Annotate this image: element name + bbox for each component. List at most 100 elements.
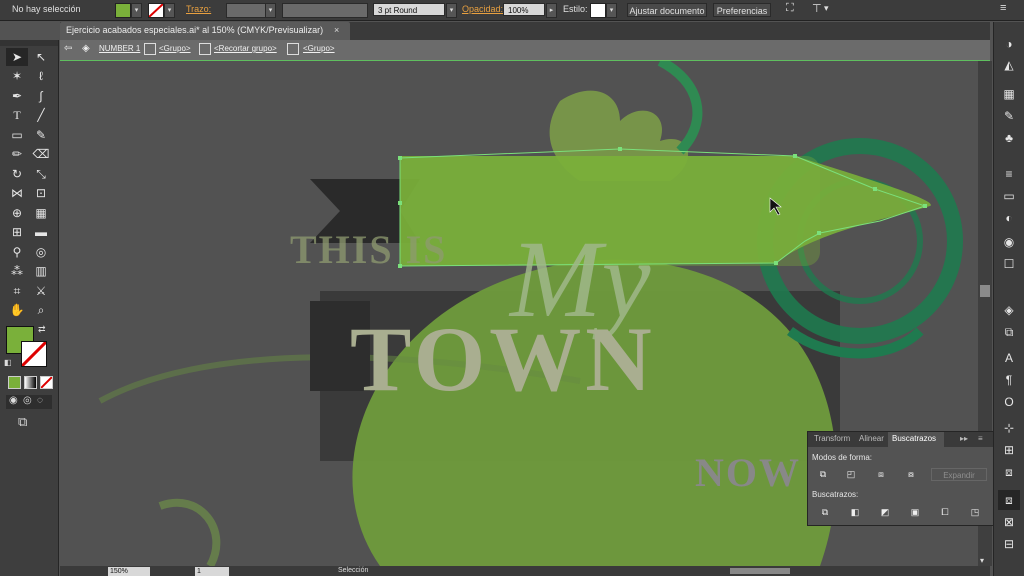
- opacity-field[interactable]: 100%: [503, 3, 545, 16]
- artboards-panel-icon[interactable]: ⧉: [998, 322, 1020, 342]
- attributes-panel-icon[interactable]: ⊟: [998, 534, 1020, 554]
- minus-front-icon[interactable]: ◰: [844, 468, 858, 480]
- swatches-panel-icon[interactable]: ▦: [998, 84, 1020, 104]
- hand-tool-icon[interactable]: ✋: [6, 301, 28, 319]
- paintbrush-tool-icon[interactable]: ✎: [30, 126, 52, 144]
- preferences-button[interactable]: Preferencias: [713, 3, 771, 17]
- stroke-weight-field[interactable]: [226, 3, 266, 18]
- links-panel-icon[interactable]: ⊠: [998, 512, 1020, 532]
- zoom-field[interactable]: 150%: [108, 567, 150, 576]
- tab-transform[interactable]: Transform: [814, 434, 850, 443]
- magic-wand-tool-icon[interactable]: ✶: [6, 67, 28, 85]
- stroke-swatch[interactable]: [148, 3, 164, 18]
- variable-width-dropdown[interactable]: [282, 3, 368, 18]
- appearance-panel-icon[interactable]: ◉: [998, 232, 1020, 252]
- rotate-tool-icon[interactable]: ↻: [6, 165, 28, 183]
- pathfinder-panel-icon[interactable]: ⧈: [998, 462, 1020, 482]
- draw-behind-icon[interactable]: ◎: [23, 395, 32, 406]
- eyedropper-tool-icon[interactable]: ⚲: [6, 243, 28, 261]
- character-panel-icon[interactable]: A: [998, 348, 1020, 368]
- document-tab[interactable]: Ejercicio acabados especiales.ai* al 150…: [60, 22, 350, 40]
- symbol-sprayer-tool-icon[interactable]: ⁂: [6, 262, 28, 280]
- brushes-panel-icon[interactable]: ✎: [998, 106, 1020, 126]
- stroke-weight-arrow[interactable]: ▾: [265, 3, 276, 18]
- unite-icon[interactable]: ⧉: [816, 468, 830, 480]
- breadcrumb-group-1[interactable]: <Grupo>: [159, 44, 191, 53]
- pencil-tool-icon[interactable]: ✏: [6, 145, 28, 163]
- gradient-panel-icon[interactable]: ▭: [998, 186, 1020, 206]
- fill-dropdown-arrow[interactable]: ▾: [131, 3, 142, 18]
- scale-tool-icon[interactable]: ⤡: [30, 165, 52, 183]
- back-arrow-icon[interactable]: ⇦: [64, 43, 72, 54]
- panel-collapse-icon[interactable]: ▸▸: [960, 434, 968, 443]
- zoom-tool-icon[interactable]: ⌕: [30, 301, 52, 319]
- horizontal-scroll-thumb[interactable]: [730, 568, 790, 574]
- stroke-dropdown-arrow[interactable]: ▾: [164, 3, 175, 18]
- close-tab-icon[interactable]: ×: [334, 25, 339, 35]
- fit-document-button[interactable]: Ajustar documento: [627, 3, 707, 17]
- scroll-down-icon[interactable]: ▾: [980, 556, 984, 565]
- style-swatch[interactable]: [590, 3, 606, 18]
- gradient-tool-icon[interactable]: ▬: [30, 223, 52, 241]
- expand-button[interactable]: Expandir: [931, 468, 987, 481]
- crop-icon[interactable]: ▣: [908, 506, 922, 518]
- breadcrumb-group-2[interactable]: <Grupo>: [303, 44, 335, 53]
- transform-panel-icon[interactable]: ⊹: [998, 418, 1020, 438]
- paragraph-panel-icon[interactable]: ¶: [998, 370, 1020, 390]
- selection-tool-icon[interactable]: ➤: [6, 48, 28, 66]
- vertical-scroll-thumb[interactable]: [980, 285, 990, 297]
- none-mode-icon[interactable]: [40, 376, 53, 389]
- align-dropdown-icon[interactable]: ▾: [824, 3, 829, 14]
- width-tool-icon[interactable]: ⋈: [6, 184, 28, 202]
- draw-inside-icon[interactable]: ◌: [37, 395, 43, 406]
- mesh-tool-icon[interactable]: ⊞: [6, 223, 28, 241]
- screen-mode-icon[interactable]: ⧉: [18, 414, 27, 430]
- rectangle-tool-icon[interactable]: ▭: [6, 126, 28, 144]
- curvature-tool-icon[interactable]: ∫: [30, 87, 52, 105]
- panel-options-icon[interactable]: ≡: [978, 434, 983, 443]
- swap-fill-stroke-icon[interactable]: ⇄: [38, 324, 46, 335]
- graphic-styles-icon[interactable]: ☐: [998, 254, 1020, 274]
- color-guide-icon[interactable]: ◭: [998, 55, 1020, 75]
- column-graph-tool-icon[interactable]: ▥: [30, 262, 52, 280]
- stroke-color-box[interactable]: [21, 341, 47, 367]
- lasso-tool-icon[interactable]: ℓ: [30, 67, 52, 85]
- isolate-icon[interactable]: ⛶: [786, 2, 794, 15]
- blend-tool-icon[interactable]: ◎: [30, 243, 52, 261]
- layers-panel-icon[interactable]: ◈: [998, 300, 1020, 320]
- color-panel-icon[interactable]: ◑: [998, 34, 1020, 54]
- free-transform-tool-icon[interactable]: ⊡: [30, 184, 52, 202]
- color-mode-icon[interactable]: [8, 376, 21, 389]
- brush-dropdown-arrow[interactable]: ▾: [446, 3, 457, 18]
- shape-builder-tool-icon[interactable]: ⊕: [6, 204, 28, 222]
- pen-tool-icon[interactable]: ✒: [6, 87, 28, 105]
- type-tool-icon[interactable]: T: [6, 106, 28, 124]
- default-colors-icon[interactable]: ◧: [4, 358, 12, 367]
- artboard-field[interactable]: 1: [195, 567, 229, 576]
- symbols-panel-icon[interactable]: ♣: [998, 128, 1020, 148]
- merge-icon[interactable]: ◩: [878, 506, 892, 518]
- breadcrumb-clip-group[interactable]: <Recortar grupo>: [214, 44, 277, 53]
- opacity-label[interactable]: Opacidad:: [462, 4, 503, 14]
- panel-menu-icon[interactable]: ≡: [1000, 2, 1006, 14]
- artboard-tool-icon[interactable]: ⌗: [6, 282, 28, 300]
- draw-normal-icon[interactable]: ◉: [9, 395, 18, 406]
- style-dropdown-arrow[interactable]: ▾: [606, 3, 617, 18]
- exclude-icon[interactable]: ⧇: [904, 468, 918, 480]
- perspective-grid-tool-icon[interactable]: ▦: [30, 204, 52, 222]
- transparency-panel-icon[interactable]: ◐: [998, 208, 1020, 228]
- intersect-icon[interactable]: ⧈: [874, 468, 888, 480]
- tab-pathfinder[interactable]: Buscatrazos: [892, 434, 936, 443]
- opentype-panel-icon[interactable]: O: [998, 392, 1020, 412]
- line-tool-icon[interactable]: ╱: [30, 106, 52, 124]
- minus-back-icon[interactable]: ◳: [968, 506, 982, 518]
- eraser-tool-icon[interactable]: ⌫: [30, 145, 52, 163]
- trim-icon[interactable]: ◧: [848, 506, 862, 518]
- gradient-mode-icon[interactable]: [24, 376, 37, 389]
- fill-swatch[interactable]: [115, 3, 131, 18]
- divide-icon[interactable]: ⧉: [818, 506, 832, 518]
- tools-panel-header[interactable]: [0, 40, 58, 46]
- tab-align[interactable]: Alinear: [859, 434, 884, 443]
- brush-dropdown[interactable]: 3 pt Round: [373, 3, 445, 16]
- pathfinder-active-icon[interactable]: ⧈: [998, 490, 1020, 510]
